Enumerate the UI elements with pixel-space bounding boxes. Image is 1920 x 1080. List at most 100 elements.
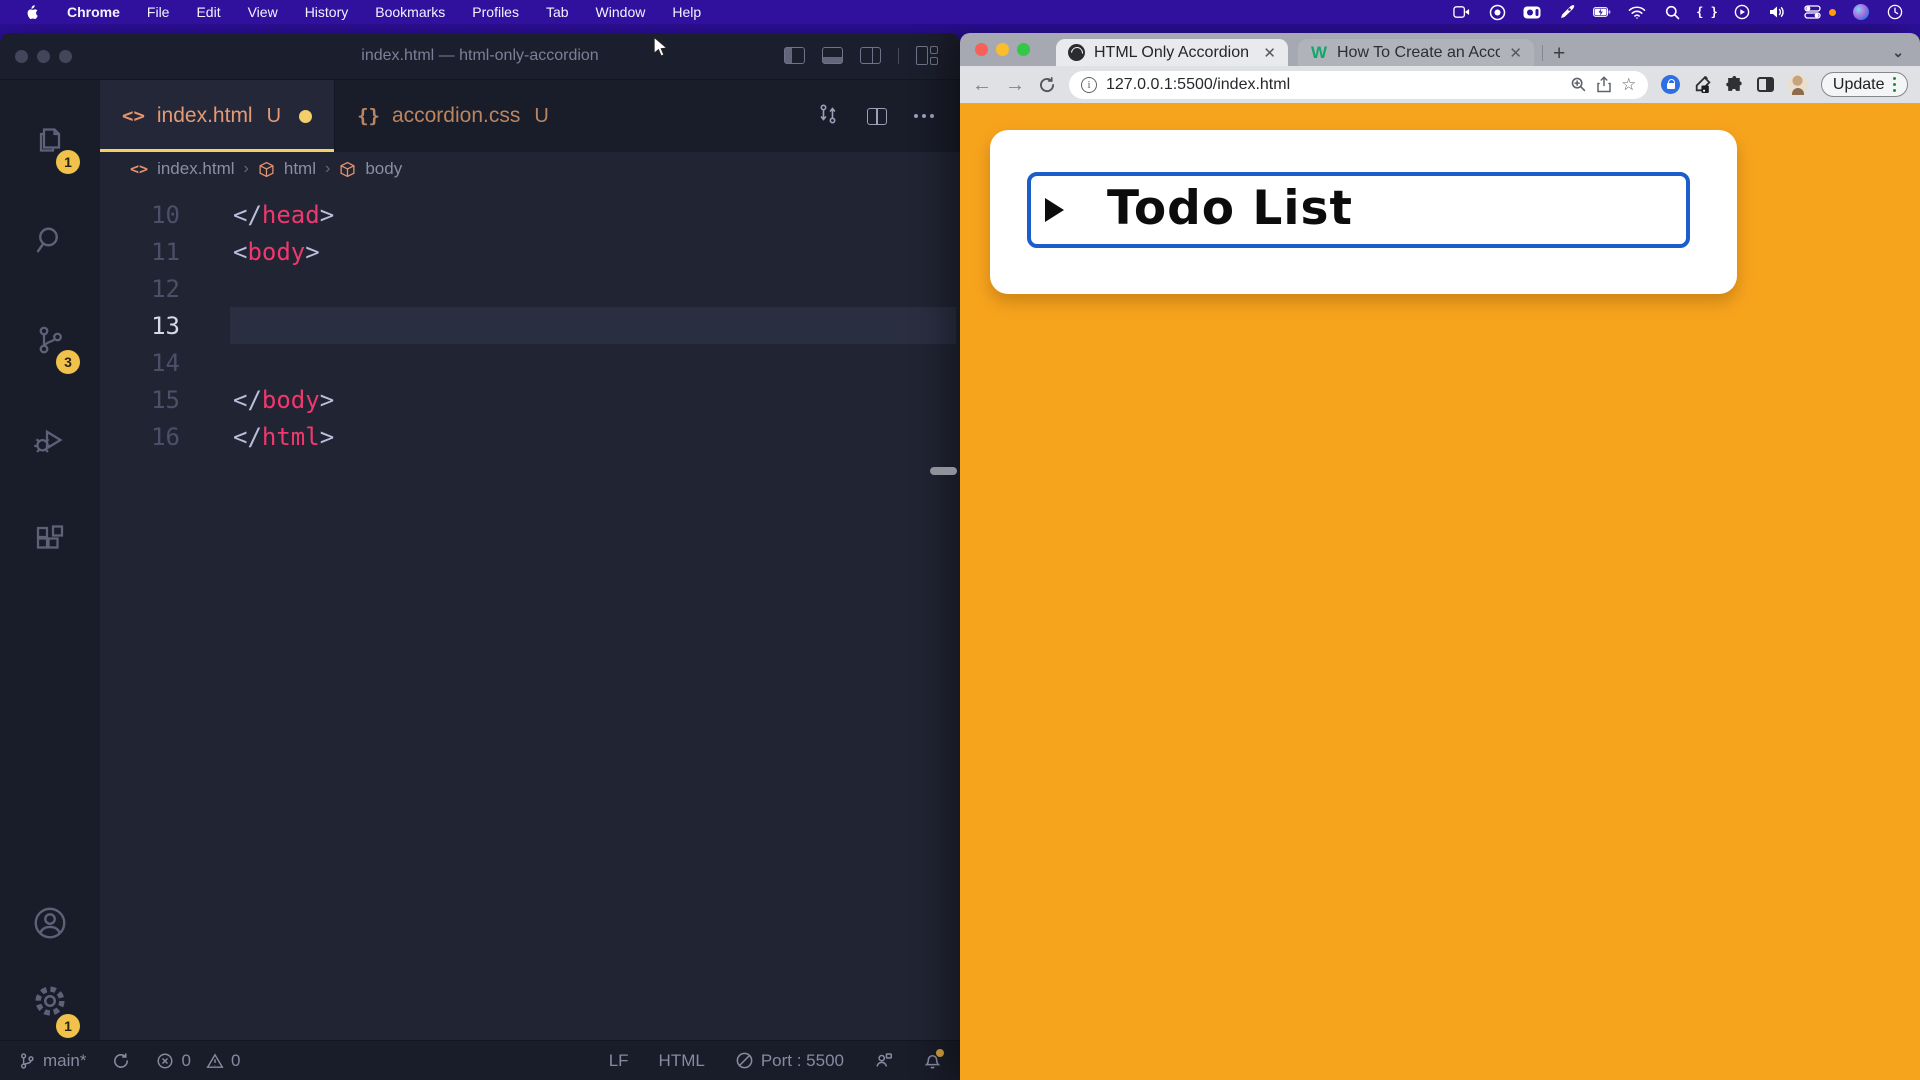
recording-indicator-dot [1829, 9, 1836, 16]
share-icon[interactable] [1596, 76, 1612, 93]
control-center-icon[interactable] [1803, 3, 1821, 21]
play-circle-icon[interactable] [1733, 3, 1751, 21]
address-bar[interactable]: i 127.0.0.1:5500/index.html ☆ [1069, 71, 1648, 99]
w3schools-favicon: W [1310, 44, 1328, 62]
tab-search-chevron-icon[interactable]: ⌄ [1892, 44, 1904, 61]
back-button[interactable]: ← [972, 75, 992, 95]
braces-menu-icon[interactable]: { } [1698, 3, 1716, 21]
vscode-window: index.html — html-only-accordion 1 3 [0, 33, 960, 1080]
extensions-icon[interactable] [0, 504, 100, 576]
live-server-port[interactable]: Port : 5500 [735, 1051, 844, 1071]
camera-icon[interactable] [1523, 3, 1541, 21]
vscode-tab-bar: <> index.html U {} accordion.css U [100, 80, 960, 152]
breadcrumb-html[interactable]: html [284, 159, 316, 179]
menu-tab[interactable]: Tab [546, 4, 569, 20]
vscode-status-bar: main* 0 0 LF HTML Port : 5500 [0, 1040, 960, 1080]
site-info-icon[interactable]: i [1081, 77, 1097, 93]
symbol-cube-icon [258, 161, 275, 178]
browser-viewport: Todo List [960, 103, 1920, 1080]
menu-history[interactable]: History [305, 4, 349, 20]
volume-icon[interactable] [1768, 3, 1786, 21]
rocket-icon[interactable] [1558, 3, 1576, 21]
tab-accordion-css[interactable]: {} accordion.css U [335, 80, 571, 152]
chrome-tab-html-only-accordion[interactable]: HTML Only Accordion ✕ [1056, 39, 1288, 66]
new-tab-button[interactable]: + [1553, 43, 1565, 64]
open-changes-icon[interactable] [816, 102, 840, 131]
menu-profiles[interactable]: Profiles [472, 4, 519, 20]
close-window-button[interactable] [975, 43, 988, 56]
unsaved-dot-icon[interactable] [299, 110, 312, 123]
update-button[interactable]: Update [1821, 72, 1908, 97]
forward-button[interactable]: → [1005, 75, 1025, 95]
extension-lock-icon[interactable] [1661, 75, 1680, 94]
problems-item[interactable]: 0 0 [156, 1051, 240, 1071]
customize-layout-icon[interactable] [916, 46, 938, 65]
url-text[interactable]: 127.0.0.1:5500/index.html [1106, 76, 1561, 94]
vscode-traffic-lights[interactable] [15, 50, 72, 63]
split-editor-icon[interactable] [867, 108, 887, 125]
toggle-secondary-sidebar-icon[interactable] [860, 47, 881, 64]
side-panel-icon[interactable] [1757, 77, 1774, 92]
zoom-icon[interactable] [1570, 76, 1587, 93]
chrome-toolbar: ← → i 127.0.0.1:5500/index.html ☆ Update [960, 66, 1920, 103]
clock-icon[interactable] [1886, 3, 1904, 21]
code-editor[interactable]: 10 </head> 11 <body> 12 13 14 15 [100, 186, 960, 1040]
toggle-panel-icon[interactable] [822, 47, 843, 64]
menu-window[interactable]: Window [596, 4, 646, 20]
profile-avatar[interactable] [1787, 74, 1808, 95]
git-status-untracked: U [267, 105, 281, 128]
code-line: 12 [100, 270, 960, 307]
menu-file[interactable]: File [147, 4, 170, 20]
chrome-tab-w3schools[interactable]: W How To Create an Accordion ✕ [1298, 39, 1534, 66]
bookmark-star-icon[interactable]: ☆ [1621, 75, 1636, 95]
extensions-puzzle-icon[interactable] [1725, 75, 1744, 94]
eyedropper-extension-icon[interactable] [1693, 75, 1712, 94]
close-tab-icon[interactable]: ✕ [1509, 44, 1522, 62]
source-control-icon[interactable]: 3 [0, 304, 100, 376]
code-line: 15 </body> [100, 381, 960, 418]
zoom-window-button[interactable] [1017, 43, 1030, 56]
sync-icon[interactable] [112, 1052, 130, 1070]
menu-bookmarks[interactable]: Bookmarks [375, 4, 445, 20]
record-button-icon[interactable] [1488, 3, 1506, 21]
git-branch-item[interactable]: main* [18, 1051, 86, 1071]
settings-gear-icon[interactable]: 1 [0, 962, 100, 1040]
minimize-window-button[interactable] [996, 43, 1009, 56]
macos-menu-bar: Chrome File Edit View History Bookmarks … [0, 0, 1920, 24]
chrome-menu-dots-icon[interactable] [1893, 77, 1897, 93]
chrome-traffic-lights[interactable] [975, 43, 1030, 56]
screen-record-camera-icon[interactable] [1453, 3, 1471, 21]
git-status-untracked: U [534, 105, 548, 128]
toggle-primary-sidebar-icon[interactable] [784, 47, 805, 64]
more-actions-icon[interactable] [914, 114, 934, 118]
battery-charging-icon[interactable] [1593, 3, 1611, 21]
run-debug-icon[interactable] [0, 404, 100, 476]
language-mode[interactable]: HTML [659, 1051, 705, 1071]
close-tab-icon[interactable]: ✕ [1263, 44, 1276, 62]
breadcrumb-body[interactable]: body [365, 159, 402, 179]
menu-help[interactable]: Help [672, 4, 701, 20]
feedback-icon[interactable] [874, 1051, 893, 1070]
reload-button[interactable] [1038, 76, 1056, 94]
explorer-icon[interactable]: 1 [0, 104, 100, 176]
scrollbar-handle[interactable] [930, 467, 957, 475]
account-icon[interactable] [0, 884, 100, 962]
explorer-badge: 1 [56, 150, 80, 174]
spotlight-search-icon[interactable] [1663, 3, 1681, 21]
menu-edit[interactable]: Edit [196, 4, 220, 20]
menu-chrome[interactable]: Chrome [67, 4, 120, 20]
code-line: 14 [100, 344, 960, 381]
menu-view[interactable]: View [248, 4, 278, 20]
notifications-bell-icon[interactable] [923, 1051, 942, 1070]
tab-index-html[interactable]: <> index.html U [100, 80, 335, 152]
mouse-cursor [652, 36, 674, 65]
eol-indicator[interactable]: LF [609, 1051, 629, 1071]
siri-icon[interactable] [1853, 4, 1869, 20]
divider [1542, 45, 1543, 61]
vscode-title-bar[interactable]: index.html — html-only-accordion [0, 33, 960, 80]
search-icon[interactable] [0, 204, 100, 276]
accordion-summary[interactable]: Todo List [1027, 172, 1690, 248]
wifi-icon[interactable] [1628, 3, 1646, 21]
apple-logo-icon[interactable] [22, 3, 40, 21]
breadcrumb-file[interactable]: index.html [157, 159, 234, 179]
